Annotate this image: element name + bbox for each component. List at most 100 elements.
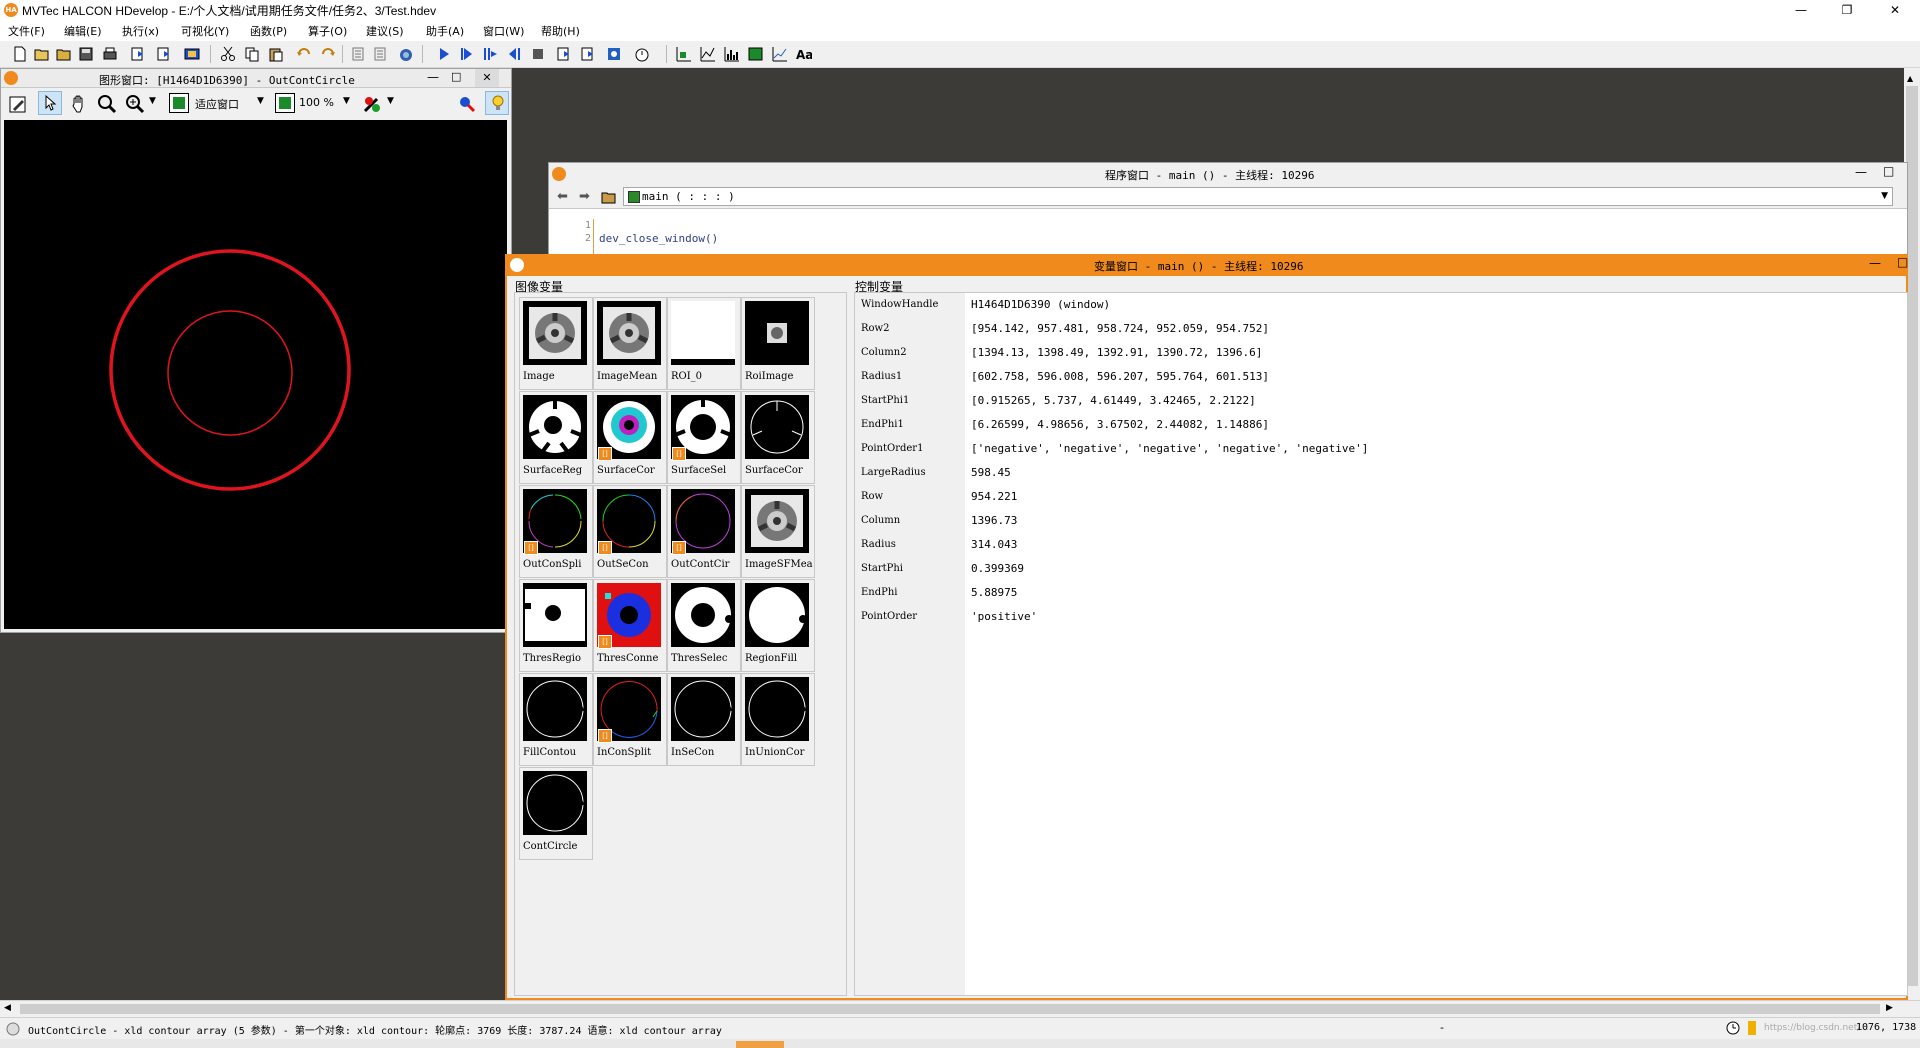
zoom-percent-icon[interactable]: [275, 93, 295, 113]
image-variable-thumbnail[interactable]: ThresRegio: [519, 579, 593, 672]
fit-window-label[interactable]: 适应窗口: [195, 96, 239, 112]
feature-histogram-icon[interactable]: [748, 46, 764, 62]
control-variable-row[interactable]: Column 1396.73: [855, 510, 1905, 534]
hand-move-icon[interactable]: [69, 94, 89, 114]
menu-suggestions[interactable]: 建议(S): [366, 23, 404, 39]
magnify-icon[interactable]: [97, 94, 117, 114]
menu-file[interactable]: 文件(F): [8, 23, 45, 39]
image-variable-thumbnail[interactable]: [] OutSeCon: [593, 485, 667, 578]
light-bulb-button[interactable]: [485, 91, 509, 115]
control-variable-row[interactable]: StartPhi1 [0.915265, 5.737, 4.61449, 3.42…: [855, 390, 1905, 414]
menu-procedures[interactable]: 函数(P): [250, 23, 287, 39]
back-arrow-icon[interactable]: ⬅: [557, 189, 568, 204]
window-minimize-button[interactable]: —: [1855, 165, 1867, 179]
scroll-left-arrow-icon[interactable]: ◀: [4, 1003, 11, 1013]
control-variable-row[interactable]: Row2 [954.142, 957.481, 958.724, 952.059,…: [855, 318, 1905, 342]
image-variable-thumbnail[interactable]: ThresSelec: [667, 579, 741, 672]
image-variable-thumbnail[interactable]: ImageMean: [593, 297, 667, 390]
menu-execute[interactable]: 执行(x): [122, 23, 159, 39]
print-icon[interactable]: [102, 46, 118, 62]
image-variable-thumbnail[interactable]: ContCircle: [519, 767, 593, 860]
image-variable-thumbnail[interactable]: FillContou: [519, 673, 593, 766]
scroll-thumb[interactable]: [20, 1004, 1880, 1014]
image-variable-thumbnail[interactable]: SurfaceReg: [519, 391, 593, 484]
menu-help[interactable]: 帮助(H): [541, 23, 580, 39]
forward-arrow-icon[interactable]: ➡: [579, 189, 590, 204]
image-variable-thumbnail[interactable]: [] OutConSpli: [519, 485, 593, 578]
fit-window-dropdown-arrow-icon[interactable]: ▼: [257, 96, 264, 106]
open-example-icon[interactable]: [56, 46, 72, 62]
image-variable-thumbnail[interactable]: [] ThresConne: [593, 579, 667, 672]
line-profile-icon[interactable]: [700, 46, 716, 62]
menu-operators[interactable]: 算子(O): [308, 23, 347, 39]
reset-all-icon[interactable]: [580, 46, 596, 62]
control-variable-row[interactable]: PointOrder1 ['negative', 'negative', 'neg…: [855, 438, 1905, 462]
image-variable-thumbnail[interactable]: InUnionCor: [741, 673, 815, 766]
window-close-button[interactable]: ✕: [475, 69, 499, 87]
control-variable-row[interactable]: EndPhi1 [6.26599, 4.98656, 3.67502, 2.440…: [855, 414, 1905, 438]
zoom-value-dropdown-arrow-icon[interactable]: ▼: [343, 96, 350, 106]
pointer-mode-button[interactable]: [38, 91, 62, 115]
image-variable-thumbnail[interactable]: RoiImage: [741, 297, 815, 390]
window-maximize-button[interactable]: □: [1897, 255, 1908, 269]
paste-icon[interactable]: [268, 46, 284, 62]
ocr-icon[interactable]: Aa: [796, 46, 812, 62]
breakpoint-icon[interactable]: [606, 46, 622, 62]
zoom-value[interactable]: 100 %: [299, 96, 334, 109]
fit-window-icon[interactable]: [169, 93, 189, 113]
feature-inspection-icon[interactable]: [772, 46, 788, 62]
zoom-dropdown-arrow-icon[interactable]: ▼: [149, 96, 156, 106]
activate-icon[interactable]: [350, 46, 366, 62]
code-line[interactable]: dev_close_window(): [599, 232, 718, 245]
timer-icon[interactable]: [634, 46, 650, 62]
window-maximize-button[interactable]: □: [451, 70, 461, 83]
control-variable-row[interactable]: EndPhi 5.88975: [855, 582, 1905, 606]
close-button[interactable]: ✕: [1872, 0, 1918, 20]
reset-program-icon[interactable]: [556, 46, 572, 62]
profiler-icon[interactable]: [398, 46, 414, 62]
histogram-icon[interactable]: [724, 46, 740, 62]
control-variable-row[interactable]: PointOrder 'positive': [855, 606, 1905, 630]
window-minimize-button[interactable]: —: [1869, 256, 1881, 270]
run-all-icon[interactable]: [458, 46, 474, 62]
redo-icon[interactable]: [320, 46, 336, 62]
image-variable-thumbnail[interactable]: [] OutContCir: [667, 485, 741, 578]
cut-icon[interactable]: [220, 46, 236, 62]
procedure-folder-icon[interactable]: [601, 189, 617, 205]
step-into-icon[interactable]: [506, 46, 522, 62]
control-variable-row[interactable]: Column2 [1394.13, 1398.49, 1392.91, 1390.…: [855, 342, 1905, 366]
menu-window[interactable]: 窗口(W): [483, 23, 524, 39]
zoom-icon[interactable]: [125, 94, 145, 114]
scroll-up-arrow-icon[interactable]: ▲: [1907, 74, 1913, 83]
copy-icon[interactable]: [244, 46, 260, 62]
run-icon[interactable]: [436, 46, 452, 62]
color-dropdown-arrow-icon[interactable]: ▼: [387, 96, 394, 106]
inspect-icon[interactable]: [457, 94, 477, 114]
minimize-button[interactable]: —: [1778, 0, 1824, 20]
new-file-icon[interactable]: [12, 46, 28, 62]
save-icon[interactable]: [78, 46, 94, 62]
run-to-insert-icon[interactable]: [184, 46, 200, 62]
window-maximize-button[interactable]: □: [1883, 164, 1894, 178]
image-variable-thumbnail[interactable]: [] SurfaceCor: [593, 391, 667, 484]
window-minimize-button[interactable]: —: [427, 70, 439, 84]
control-variable-row[interactable]: Radius 314.043: [855, 534, 1905, 558]
menu-visualization[interactable]: 可视化(Y): [181, 23, 229, 39]
image-acquisition-icon[interactable]: [676, 46, 692, 62]
image-variable-thumbnail[interactable]: ImageSFMea: [741, 485, 815, 578]
menu-edit[interactable]: 编辑(E): [64, 23, 102, 39]
step-over-icon[interactable]: [482, 46, 498, 62]
set-color-icon[interactable]: [361, 93, 383, 115]
procedure-selector[interactable]: main ( : : : ) ▼: [623, 187, 1893, 206]
image-variable-thumbnail[interactable]: ROI_0: [667, 297, 741, 390]
image-variable-thumbnail[interactable]: SurfaceCor: [741, 391, 815, 484]
image-variable-thumbnail[interactable]: Image: [519, 297, 593, 390]
image-variable-thumbnail[interactable]: [] InConSplit: [593, 673, 667, 766]
control-variable-row[interactable]: Row 954.221: [855, 486, 1905, 510]
export-icon[interactable]: [156, 46, 172, 62]
maximize-button[interactable]: ❐: [1824, 0, 1870, 20]
stop-icon[interactable]: [530, 46, 546, 62]
image-variable-thumbnail[interactable]: RegionFill: [741, 579, 815, 672]
insert-step-icon[interactable]: [130, 46, 146, 62]
control-variable-row[interactable]: LargeRadius 598.45: [855, 462, 1905, 486]
